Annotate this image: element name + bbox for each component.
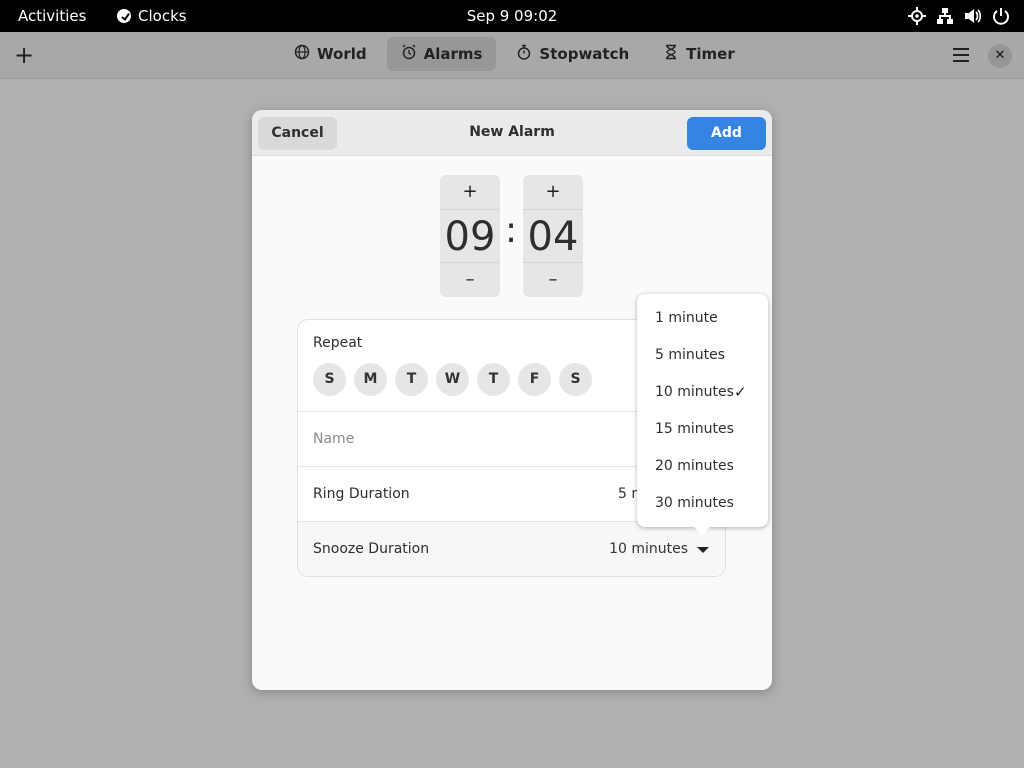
add-alarm-button[interactable]: + (9, 41, 39, 71)
volume-icon (964, 6, 982, 26)
snooze-option[interactable]: 15 minutes (655, 421, 734, 437)
main-menu-button[interactable] (949, 44, 973, 66)
location-icon (908, 6, 926, 26)
stopwatch-icon (516, 44, 532, 64)
snooze-option[interactable]: 5 minutes (655, 347, 725, 363)
tab-timer[interactable]: Timer (649, 37, 749, 71)
add-button[interactable]: Add (687, 117, 766, 150)
snooze-duration-label: Snooze Duration (313, 541, 430, 557)
checkmark-icon: ✓ (734, 383, 747, 401)
app-menu[interactable]: Clocks (117, 7, 187, 25)
header-bar: + World Alarms Stopwatch Timer ✕ (0, 32, 1024, 79)
window-close-button[interactable]: ✕ (988, 44, 1012, 68)
hours-increment-button[interactable]: + (440, 175, 500, 209)
day-toggle-friday[interactable]: F (518, 363, 551, 396)
alarm-icon (401, 44, 417, 64)
day-selector: S M T W T F S (313, 363, 592, 396)
repeat-label: Repeat (313, 335, 363, 351)
dialog-header: Cancel New Alarm Add (252, 110, 772, 156)
snooze-option-selected[interactable]: 10 minutes (655, 384, 734, 400)
tab-alarms-label: Alarms (423, 45, 483, 63)
day-toggle-wednesday[interactable]: W (436, 363, 469, 396)
network-icon (936, 6, 954, 26)
day-toggle-saturday[interactable]: S (559, 363, 592, 396)
tab-alarms[interactable]: Alarms (386, 37, 497, 71)
top-bar: Activities Clocks Sep 9 09:02 (0, 0, 1024, 32)
snooze-duration-row[interactable]: Snooze Duration 10 minutes (298, 521, 725, 576)
system-tray[interactable] (908, 6, 1010, 26)
view-switcher: World Alarms Stopwatch Timer (280, 37, 749, 71)
tab-timer-label: Timer (686, 45, 735, 63)
hours-decrement-button[interactable]: – (440, 263, 500, 297)
hamburger-icon (953, 48, 969, 50)
tab-world-label: World (317, 45, 367, 63)
day-toggle-thursday[interactable]: T (477, 363, 510, 396)
minutes-decrement-button[interactable]: – (523, 263, 583, 297)
minutes-spinner: + 04 – (523, 175, 583, 297)
minutes-increment-button[interactable]: + (523, 175, 583, 209)
hours-value[interactable]: 09 (440, 209, 500, 263)
snooze-option[interactable]: 30 minutes (655, 495, 734, 511)
snooze-duration-dropdown-icon (697, 547, 709, 553)
time-separator: : (505, 210, 518, 251)
globe-icon (294, 44, 310, 64)
day-toggle-monday[interactable]: M (354, 363, 387, 396)
tab-world[interactable]: World (280, 37, 381, 71)
activities-button[interactable]: Activities (18, 7, 86, 25)
hourglass-icon (663, 44, 679, 64)
snooze-option[interactable]: 20 minutes (655, 458, 734, 474)
tab-stopwatch[interactable]: Stopwatch (502, 37, 643, 71)
minutes-value[interactable]: 04 (523, 209, 583, 263)
ring-duration-label: Ring Duration (313, 486, 410, 502)
app-name: Clocks (138, 7, 187, 25)
snooze-option[interactable]: 1 minute (655, 310, 718, 326)
datetime-button[interactable]: Sep 9 09:02 (467, 7, 558, 25)
snooze-duration-value: 10 minutes (609, 541, 688, 557)
clock-icon (117, 9, 131, 23)
name-placeholder: Name (313, 431, 355, 447)
day-toggle-sunday[interactable]: S (313, 363, 346, 396)
snooze-duration-popover: 1 minute 5 minutes 10 minutes ✓ 15 minut… (637, 294, 768, 535)
power-icon (992, 6, 1010, 26)
day-toggle-tuesday[interactable]: T (395, 363, 428, 396)
hours-spinner: + 09 – (440, 175, 500, 297)
tab-stopwatch-label: Stopwatch (539, 45, 630, 63)
cancel-button[interactable]: Cancel (258, 117, 337, 150)
